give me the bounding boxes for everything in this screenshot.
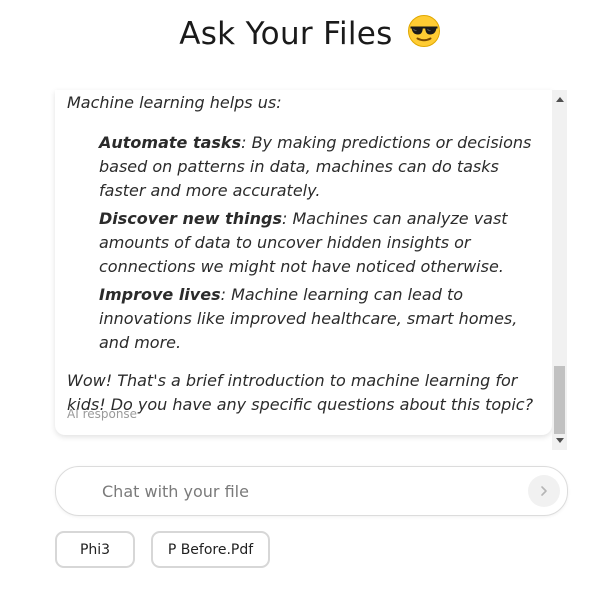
bullet-term: Automate tasks [99,133,242,152]
bullet-term: Improve lives [99,285,221,304]
model-chip-label: Phi3 [79,541,111,558]
list-item: Discover new things: Machines can analyz… [99,207,547,279]
ai-response-label: AI response [67,407,138,421]
message-intro: Machine learning helps us: [67,93,282,112]
message-bullet-list: Automate tasks: By making predictions or… [67,131,547,355]
list-item: Automate tasks: By making predictions or… [99,131,547,203]
message-outro: Wow! That's a brief introduction to mach… [67,371,534,414]
sunglasses-face-icon [407,14,441,48]
page-title: Ask Your Files [0,14,597,52]
app-page: Ask Your Files Machine learning helps us… [0,0,597,592]
ai-message-body: Machine learning helps us: Automate task… [67,90,547,417]
file-chip-label: P Before.Pdf [167,541,254,558]
chat-input[interactable] [102,479,502,503]
scroll-up-arrow-icon[interactable] [552,92,567,106]
ai-message-card: Machine learning helps us: Automate task… [55,90,552,435]
chat-scrollbar[interactable] [552,90,567,450]
send-button[interactable] [528,475,560,507]
scrollbar-thumb[interactable] [554,366,565,434]
chevron-right-icon [538,482,550,501]
model-chip-button[interactable]: Phi3 [55,531,135,568]
scroll-down-arrow-icon[interactable] [552,434,567,448]
chat-history[interactable]: Machine learning helps us: Automate task… [55,90,567,450]
file-chip-button[interactable]: P Before.Pdf [151,531,270,568]
bullet-term: Discover new things [99,209,282,228]
chat-input-container [55,466,568,516]
list-item: Improve lives: Machine learning can lead… [99,283,547,355]
page-title-text: Ask Your Files [179,16,393,52]
